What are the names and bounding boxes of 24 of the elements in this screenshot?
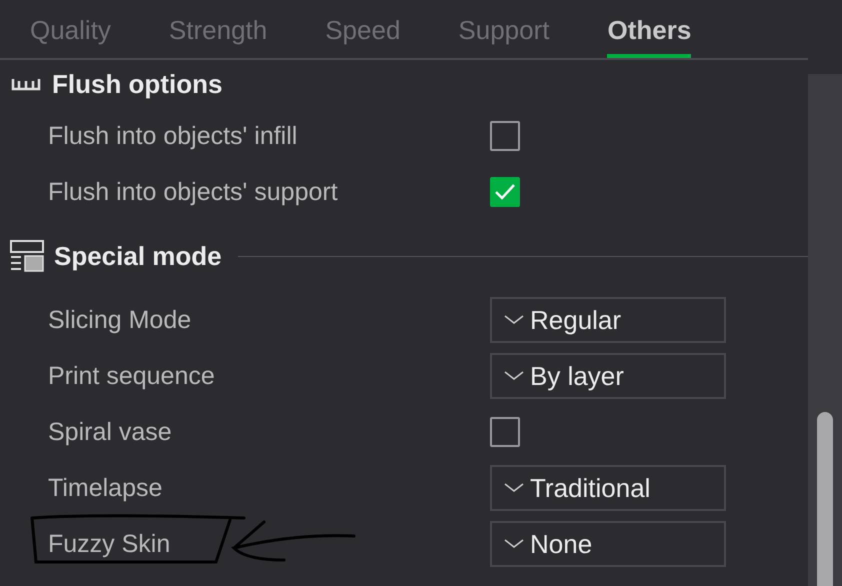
section-title: Flush options [52,68,222,100]
chevron-down-icon [504,371,524,381]
dropdown[interactable]: By layer [490,353,726,399]
setting-label: Print sequence [48,362,216,390]
dropdown[interactable]: Traditional [490,465,726,511]
chevron-down-icon [504,483,524,493]
chevron-down-icon [504,315,524,325]
tab[interactable]: Others [607,0,692,58]
dropdown[interactable]: None [490,521,726,567]
section-title: Special mode [54,240,222,272]
setting-label: Flush into objects' infill [48,122,298,150]
check-icon [494,183,516,201]
setting-label: Timelapse [48,474,164,502]
checkbox[interactable] [490,417,520,447]
checkbox[interactable] [490,177,520,207]
setting-label: Slicing Mode [48,306,192,334]
layout-icon [10,240,44,272]
scrollbar[interactable] [808,74,842,586]
dropdown[interactable]: Regular [490,297,726,343]
checkbox[interactable] [490,121,520,151]
setting-label: Spiral vase [48,418,173,446]
setting-label: Fuzzy Skin [48,530,172,558]
chevron-down-icon [504,539,524,549]
setting-label: Flush into objects' support [48,178,339,206]
